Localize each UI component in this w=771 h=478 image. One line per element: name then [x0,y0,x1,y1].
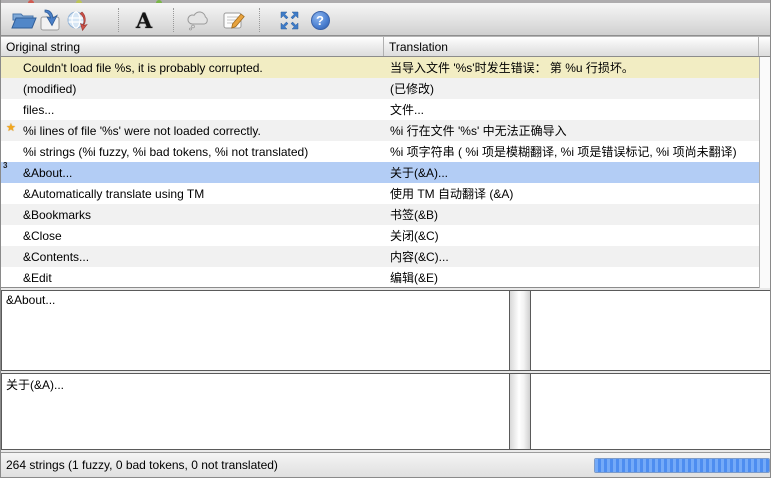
editor-scrollbar-top[interactable] [510,290,530,371]
toolbar-separator [259,8,260,32]
question-mark-glyph: ? [311,11,330,30]
translation-progress-bar [594,458,770,473]
original-cell: %i strings (%i fuzzy, %i bad tokens, %i … [1,141,384,162]
translation-progress-fill [595,459,769,472]
translation-cell: %i 行在文件 '%s' 中无法正确导入 [384,120,759,141]
fullscreen-arrows-glyph [279,10,300,31]
translation-cell: (已修改) [384,78,759,99]
notepad-pencil-glyph [222,9,246,31]
original-cell: &Automatically translate using TM [1,183,384,204]
table-row[interactable]: ★ %i lines of file '%s' were not loaded … [1,120,771,141]
table-scrollbar[interactable] [759,57,771,288]
table-row[interactable]: &Close 关闭(&C) [1,225,771,246]
original-cell: &Close [1,225,384,246]
scrollbar-corner [759,37,771,56]
fullscreen-icon[interactable] [275,7,303,33]
edit-comment-icon[interactable] [220,7,248,33]
status-text: 264 strings (1 fuzzy, 0 bad tokens, 0 no… [6,458,278,472]
translation-cell: 使用 TM 自动翻译 (&A) [384,183,759,204]
toolbar-separator [118,8,119,32]
column-header-translation[interactable]: Translation [384,37,759,56]
original-cell: %i lines of file '%s' were not loaded co… [1,120,384,141]
table-row[interactable]: &Contents... 内容(&C)... [1,246,771,267]
translation-cell: 当导入文件 '%s'时发生错误： 第 %u 行损坏。 [384,57,759,78]
table-row[interactable]: &Bookmarks 书签(&B) [1,204,771,225]
fuzzy-a-glyph: A [136,10,152,31]
translation-cell: 编辑(&E) [384,267,759,288]
translation-cell: 内容(&C)... [384,246,759,267]
app-window: A [0,0,771,478]
comment-box-bottom[interactable] [530,373,771,450]
table-row[interactable]: %i strings (%i fuzzy, %i bad tokens, %i … [1,141,771,162]
toolbar: A [1,3,771,36]
fuzzy-star-icon: ★ [6,123,16,134]
table-row[interactable]: (modified) (已修改) [1,78,771,99]
save-icon[interactable] [36,7,64,33]
toolbar-separator [173,8,174,32]
translation-cell: 关于(&A)... [384,162,759,183]
column-header-original[interactable]: Original string [1,37,384,56]
table-row[interactable]: &Edit 编辑(&E) [1,267,771,288]
translation-cell: 书签(&B) [384,204,759,225]
translation-input[interactable]: 关于(&A)... [1,373,510,450]
open-folder-glyph [11,10,37,31]
table-header: Original string Translation [1,36,771,57]
comment-box-top [530,290,771,371]
comment-cloud-glyph [185,9,211,31]
editor-scrollbar-bottom[interactable] [510,373,530,450]
save-glyph [38,9,62,32]
help-icon[interactable]: ? [306,7,334,33]
translation-cell: 文件... [384,99,759,120]
table-row-selected[interactable]: 3 &About... 关于(&A)... [1,162,771,183]
update-catalog-icon[interactable] [63,7,91,33]
status-bar: 264 strings (1 fuzzy, 0 bad tokens, 0 no… [1,452,771,478]
table-row[interactable]: files... 文件... [1,99,771,120]
bookmark-number: 3 [3,162,7,170]
translation-cell: %i 项字符串 ( %i 项是模糊翻译, %i 项是错误标记, %i 项尚未翻译… [384,141,759,162]
original-cell: &Bookmarks [1,204,384,225]
original-cell: &About... [1,162,384,183]
translation-cell: 关闭(&C) [384,225,759,246]
table-row[interactable]: Couldn't load file %s, it is probably co… [1,57,771,78]
column-header-original-label: Original string [6,40,80,54]
globe-refresh-glyph [65,9,90,32]
original-cell: files... [1,99,384,120]
original-string-box: &About... [1,290,510,371]
string-table: Couldn't load file %s, it is probably co… [1,57,771,288]
toggle-fuzzy-icon[interactable]: A [130,7,158,33]
open-icon[interactable] [10,7,38,33]
table-row[interactable]: &Automatically translate using TM 使用 TM … [1,183,771,204]
original-cell: &Edit [1,267,384,288]
original-cell: &Contents... [1,246,384,267]
original-cell: (modified) [1,78,384,99]
comment-icon[interactable] [184,7,212,33]
column-header-translation-label: Translation [389,40,448,54]
original-cell: Couldn't load file %s, it is probably co… [1,57,384,78]
